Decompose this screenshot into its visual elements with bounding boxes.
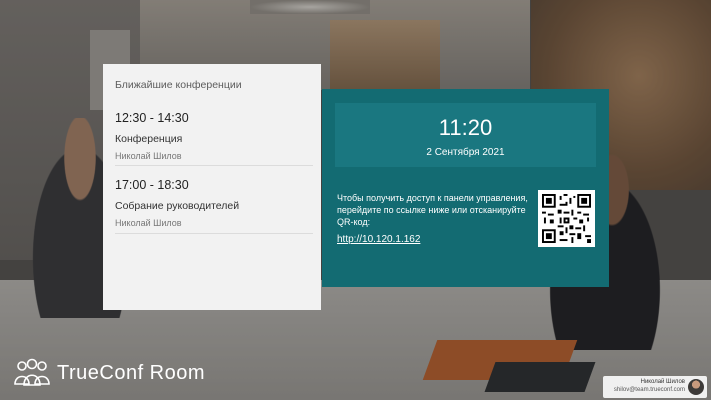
conference-time: 17:00 - 18:30 bbox=[115, 178, 189, 192]
user-chip[interactable]: Николай Шилов shilov@team.trueconf.com bbox=[603, 376, 707, 398]
conference-title: Конференция bbox=[115, 133, 183, 145]
brand-name: TrueConf Room bbox=[57, 361, 206, 384]
upcoming-conferences-heading: Ближайшие конференции bbox=[115, 79, 242, 91]
people-logo-icon bbox=[14, 358, 50, 386]
qr-code-icon bbox=[542, 194, 591, 243]
conference-item[interactable]: 17:00 - 18:30 Собрание руководителей Ник… bbox=[115, 178, 313, 234]
conference-owner: Николай Шилов bbox=[115, 151, 182, 161]
trueconf-logo: TrueConf Room bbox=[13, 358, 205, 388]
upcoming-conferences-panel: Ближайшие конференции 12:30 - 14:30 Конф… bbox=[103, 64, 321, 310]
user-name: Николай Шилов bbox=[640, 379, 685, 385]
conference-owner: Николай Шилов bbox=[115, 218, 182, 228]
room-info-panel: 11:20 2 Сентября 2021 Чтобы получить дос… bbox=[322, 89, 609, 287]
access-instructions: Чтобы получить доступ к панели управлени… bbox=[337, 193, 528, 227]
clock-date: 2 Сентября 2021 bbox=[426, 147, 505, 158]
conference-item[interactable]: 12:30 - 14:30 Конференция Николай Шилов bbox=[115, 111, 313, 166]
control-panel-link[interactable]: http://10.120.1.162 bbox=[337, 234, 420, 245]
clock-time: 11:20 bbox=[438, 115, 493, 140]
conference-title: Собрание руководителей bbox=[115, 200, 240, 212]
clock-box: 11:20 2 Сентября 2021 bbox=[335, 103, 596, 167]
user-email: shilov@team.trueconf.com bbox=[613, 387, 685, 393]
conference-time: 12:30 - 14:30 bbox=[115, 111, 189, 125]
avatar bbox=[688, 379, 704, 395]
qr-code bbox=[538, 190, 595, 247]
